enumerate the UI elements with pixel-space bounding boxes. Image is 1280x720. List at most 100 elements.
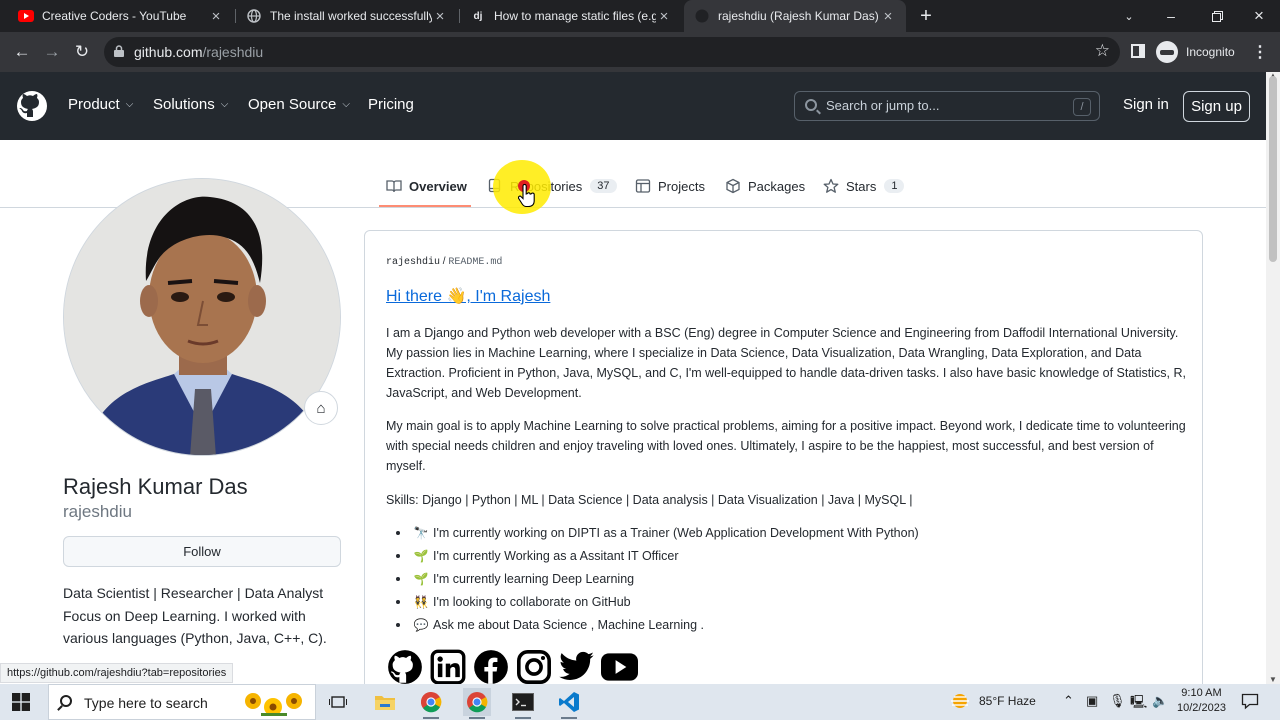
scrollbar-thumb[interactable] [1269,76,1277,262]
facebook-icon[interactable] [472,650,509,684]
follow-button[interactable]: Follow [63,536,341,567]
browser-menu-icon[interactable]: ⋮ [1252,42,1268,62]
volume-icon[interactable]: 🔈 [1152,693,1168,709]
profile-username: rajeshdiu [63,502,132,521]
vscode-icon[interactable] [555,688,583,719]
book-icon [386,180,402,193]
bookmark-star-icon[interactable]: ☆ [1095,41,1110,61]
linkedin-icon[interactable] [429,649,466,685]
terminal-icon[interactable] [509,688,537,719]
notification-center-icon[interactable] [1241,692,1259,710]
people-icon: 👯 [413,595,429,609]
close-icon[interactable]: × [880,8,896,25]
incognito-icon [1156,41,1178,63]
back-icon[interactable]: ← [8,38,36,66]
status-emoji-button[interactable]: ⌂ [304,391,338,425]
chrome-incognito-icon[interactable] [463,688,491,719]
readme-skills: Skills: Django | Python | ML | Data Scie… [386,493,913,507]
meet-now-icon[interactable]: ▣ [1086,693,1098,709]
avatar[interactable] [63,178,341,456]
nav-label: Product [68,96,120,113]
nav-pricing[interactable]: Pricing [368,96,414,113]
nav-label: Solutions [153,96,215,113]
tab-stars[interactable]: Stars 1 [823,176,905,196]
new-tab-icon[interactable]: + [914,4,938,28]
instagram-icon[interactable] [515,650,552,684]
maximize-icon[interactable] [1196,0,1238,32]
bullet [396,577,400,581]
tab-packages[interactable]: Packages [725,176,805,196]
tab-label: Packages [748,178,806,194]
chevron-down-icon: ⌵ [220,99,229,110]
list-item: 💬 Ask me about Data Science , Machine Lea… [396,618,704,632]
chevron-down-icon: ⌵ [342,99,350,110]
page-scrollbar[interactable]: ▲ ▼ [1266,71,1280,684]
list-item: 🔭 I'm currently working on DIPTI as a Tra… [396,526,919,540]
weather-haze-icon [951,694,969,708]
browser-tab-django-install[interactable]: The install worked successfully! C × [236,0,458,32]
search-placeholder: Search or jump to... [826,98,940,113]
tab-projects[interactable]: Projects [635,176,705,196]
tab-title: The install worked successfully! C [270,9,432,23]
chrome-icon[interactable] [417,688,445,719]
browser-tab-django-static[interactable]: dj How to manage static files (e.g. i × [460,0,682,32]
list-item: 👯 I'm looking to collaborate on GitHub [396,595,631,609]
weather-text[interactable]: 85°F Haze [979,694,1036,708]
github-icon[interactable] [386,650,423,684]
side-panel-icon[interactable] [1131,44,1145,58]
nav-open-source[interactable]: Open Source ⌵ [248,96,350,113]
task-view-icon[interactable] [324,688,352,716]
close-window-icon[interactable]: × [1238,0,1280,32]
search-icon [60,695,72,707]
selected-tab-indicator [379,205,471,207]
readme-goal-paragraph: My main goal is to apply Machine Learnin… [386,419,1186,473]
forward-icon[interactable]: → [38,38,66,66]
sign-in-link[interactable]: Sign in [1123,96,1169,113]
nav-solutions[interactable]: Solutions ⌵ [153,96,228,113]
readme-title[interactable]: Hi there 👋, I'm Rajesh [386,286,550,306]
reload-icon[interactable]: ↻ [68,38,96,66]
network-icon[interactable]: 🖳 [1130,693,1147,715]
list-item: 🌱 I'm currently Working as a Assitant IT … [396,549,679,563]
taskbar-clock[interactable]: 9:10 AM 10/2/2023 [1177,686,1226,716]
readme-intro-paragraph: I am a Django and Python web developer w… [386,326,1187,400]
bullet [396,600,400,604]
address-bar[interactable]: github.com/rajeshdiu ☆ [104,37,1120,67]
microphone-icon[interactable]: 🎙 [1109,693,1126,709]
close-icon[interactable]: × [208,8,224,25]
nav-product[interactable]: Product ⌵ [68,96,133,113]
tab-overview[interactable]: Overview [386,176,467,196]
windows-start-icon[interactable] [12,693,30,711]
taskbar-search-input[interactable]: Type here to search [48,684,316,720]
tab-search-chevron-icon[interactable]: ⌄ [1108,0,1150,32]
github-logo-icon[interactable] [16,90,48,122]
minimize-icon[interactable]: – [1150,0,1192,32]
tab-label: Projects [658,178,705,194]
profile-bio: Data Scientist | Researcher | Data Analy… [63,582,348,650]
incognito-indicator[interactable]: Incognito [1156,39,1235,65]
bullet [396,623,400,627]
search-input[interactable]: Search or jump to... / [794,91,1100,121]
social-links [386,649,638,685]
readme-filename[interactable]: README.md [448,257,502,268]
youtube-icon [18,8,34,24]
close-icon[interactable]: × [432,8,448,25]
browser-tab-github-profile[interactable]: rajeshdiu (Rajesh Kumar Das) · Gi × [684,0,906,32]
hand-cursor-icon [518,184,535,208]
readme-owner[interactable]: rajeshdiu [386,257,440,268]
browser-tab-youtube[interactable]: Creative Coders - YouTube × [8,0,234,32]
table-icon [635,179,651,193]
show-hidden-icons-chevron-icon[interactable]: ⌃ [1063,693,1074,709]
scroll-down-icon[interactable]: ▼ [1269,675,1277,684]
bullet [396,554,400,558]
nav-label: Pricing [368,96,414,113]
sign-up-button[interactable]: Sign up [1183,91,1250,122]
close-icon[interactable]: × [656,8,672,25]
file-explorer-icon[interactable] [371,688,399,716]
youtube-icon[interactable] [601,650,638,684]
chevron-down-icon: ⌵ [125,99,134,110]
readme-path: rajeshdiu / README.md [386,256,502,268]
django-icon: dj [473,10,483,22]
twitter-icon[interactable] [558,650,595,684]
stars-count-badge: 1 [884,179,905,193]
